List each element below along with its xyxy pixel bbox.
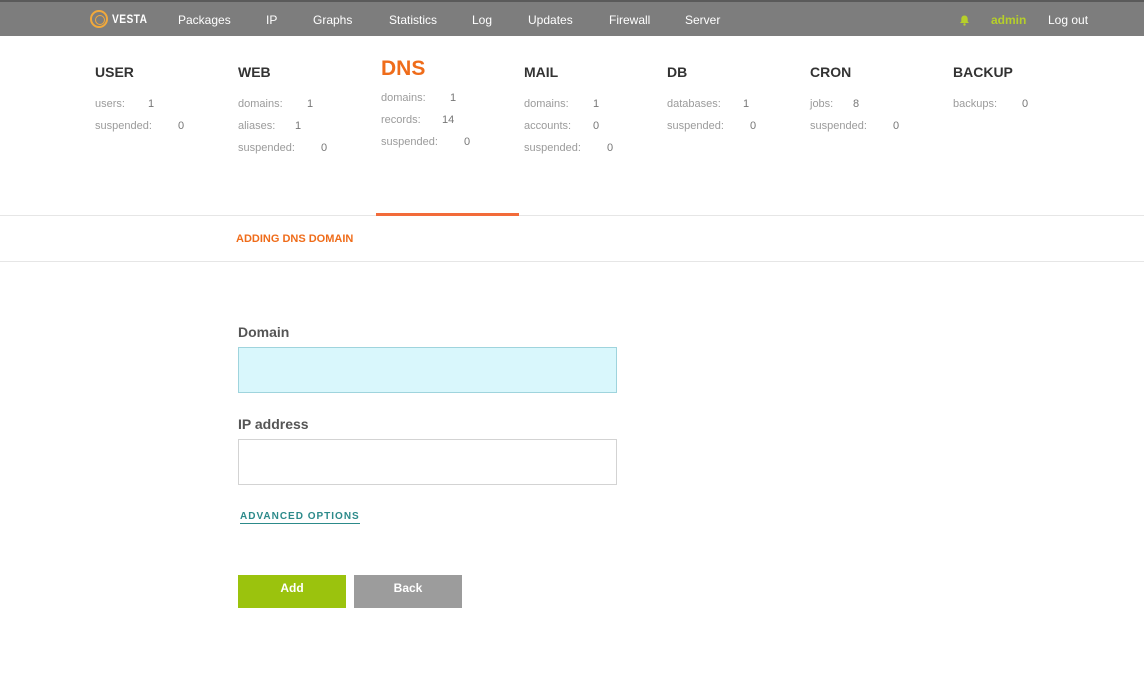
stat-row: suspended: 0	[667, 120, 807, 142]
stat-row: suspended: 0	[381, 136, 521, 158]
stat-label: accounts:	[524, 120, 572, 132]
stat-label: domains:	[381, 92, 426, 104]
nav-packages[interactable]: Packages	[178, 13, 231, 27]
stat-label: domains:	[238, 98, 283, 110]
panel-cron[interactable]: CRON jobs: 8 suspended: 0	[810, 64, 950, 142]
vesta-logo-icon	[90, 10, 108, 28]
stat-label: suspended:	[381, 136, 438, 148]
stat-row: suspended: 0	[524, 142, 664, 164]
logout-link[interactable]: Log out	[1048, 13, 1088, 27]
stat-value: 1	[307, 98, 314, 110]
panel-dns[interactable]: DNS domains: 1 records: 14 suspended: 0	[381, 57, 521, 158]
panel-backup[interactable]: BACKUP backups: 0	[953, 64, 1093, 120]
stat-value: 0	[1022, 98, 1029, 110]
panel-title: USER	[95, 64, 134, 80]
stat-row: domains: 1	[238, 98, 378, 120]
stat-value: 0	[607, 142, 614, 154]
panel-title: MAIL	[524, 64, 559, 80]
user-link[interactable]: admin	[991, 13, 1026, 27]
stat-label: jobs:	[810, 98, 834, 110]
stat-row: jobs: 8	[810, 98, 950, 120]
active-panel-indicator	[376, 213, 519, 216]
stat-value: 8	[853, 98, 860, 110]
stat-row: suspended: 0	[810, 120, 950, 142]
stat-value: 1	[593, 98, 600, 110]
divider	[0, 215, 1144, 216]
panel-title: BACKUP	[953, 64, 1013, 80]
nav-ip[interactable]: IP	[266, 13, 277, 27]
stat-value: 1	[295, 120, 302, 132]
panel-title: DB	[667, 64, 688, 80]
domain-input[interactable]	[238, 347, 617, 393]
advanced-options-link[interactable]: ADVANCED OPTIONS	[240, 511, 360, 524]
add-button[interactable]: Add	[238, 575, 346, 608]
stat-label: records:	[381, 114, 421, 126]
panel-db[interactable]: DB databases: 1 suspended: 0	[667, 64, 807, 142]
nav-updates[interactable]: Updates	[528, 13, 573, 27]
stat-value: 14	[442, 114, 455, 126]
vesta-logo-text: VESTA	[112, 12, 148, 26]
stat-row: domains: 1	[524, 98, 664, 120]
page-subheader: ADDING DNS DOMAIN	[236, 233, 354, 245]
stat-label: suspended:	[238, 142, 295, 154]
stat-label: suspended:	[524, 142, 581, 154]
back-button[interactable]: Back	[354, 575, 462, 608]
stat-value: 0	[750, 120, 757, 132]
domain-label: Domain	[238, 324, 290, 340]
stat-label: suspended:	[810, 120, 867, 132]
ip-address-label: IP address	[238, 416, 309, 432]
vesta-logo[interactable]: VESTA	[90, 9, 154, 29]
stat-label: domains:	[524, 98, 569, 110]
stat-label: suspended:	[95, 120, 152, 132]
stat-label: databases:	[667, 98, 721, 110]
stat-row: backups: 0	[953, 98, 1093, 120]
notification-bell-icon[interactable]	[959, 15, 970, 26]
stat-label: suspended:	[667, 120, 724, 132]
panel-title: CRON	[810, 64, 852, 80]
top-bar: VESTA Packages IP Graphs Statistics Log …	[0, 0, 1144, 36]
stat-label: users:	[95, 98, 125, 110]
panel-title: DNS	[381, 57, 426, 80]
stat-row: suspended: 0	[95, 120, 235, 142]
stat-value: 0	[593, 120, 600, 132]
stat-row: domains: 1	[381, 92, 521, 114]
panel-user[interactable]: USER users: 1 suspended: 0	[95, 64, 235, 142]
stat-value: 1	[450, 92, 457, 104]
stat-value: 1	[148, 98, 155, 110]
stat-value: 0	[893, 120, 900, 132]
panel-title: WEB	[238, 64, 271, 80]
stat-value: 1	[743, 98, 750, 110]
ip-address-input[interactable]	[238, 439, 617, 485]
nav-server[interactable]: Server	[685, 13, 720, 27]
nav-statistics[interactable]: Statistics	[389, 13, 437, 27]
stat-value: 0	[321, 142, 328, 154]
stat-row: aliases: 1	[238, 120, 378, 142]
stat-value: 0	[178, 120, 185, 132]
stat-value: 0	[464, 136, 471, 148]
stat-label: backups:	[953, 98, 998, 110]
stat-label: aliases:	[238, 120, 276, 132]
panel-web[interactable]: WEB domains: 1 aliases: 1 suspended: 0	[238, 64, 378, 164]
panel-mail[interactable]: MAIL domains: 1 accounts: 0 suspended: 0	[524, 64, 664, 164]
stat-row: databases: 1	[667, 98, 807, 120]
stat-row: suspended: 0	[238, 142, 378, 164]
nav-graphs[interactable]: Graphs	[313, 13, 352, 27]
nav-firewall[interactable]: Firewall	[609, 13, 650, 27]
stat-row: accounts: 0	[524, 120, 664, 142]
nav-log[interactable]: Log	[472, 13, 492, 27]
stat-row: records: 14	[381, 114, 521, 136]
stat-row: users: 1	[95, 98, 235, 120]
divider	[0, 261, 1144, 262]
